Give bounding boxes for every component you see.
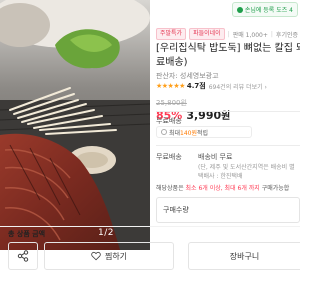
shipping-badge: 손님에 등록 도즈 4 — [231, 2, 298, 17]
image-counter: 1/2 — [98, 228, 114, 238]
limit-suffix: 구매가능합 — [259, 185, 290, 192]
points-suffix: 적립 — [197, 129, 209, 137]
points-prefix: 최대 — [169, 129, 181, 137]
tag-separator: | — [270, 30, 273, 38]
check-icon — [236, 6, 243, 13]
limit-prefix: 해당상품은 — [156, 185, 186, 192]
rating-row: ★★★★★ 4.7점 694건의 리뷰 더보기 › — [156, 81, 267, 91]
share-icon — [17, 250, 29, 262]
divider — [156, 145, 300, 146]
bottom-action-bar: 찜하기 장바구니 — [0, 240, 300, 300]
price-unit: 원 — [221, 111, 231, 122]
cart-label: 장바구니 — [229, 251, 260, 261]
delivery-fee: 배송비 무료 — [198, 153, 233, 161]
limit-range: 최소 6개 이상, 최대 6개 까지 — [185, 185, 260, 192]
wishlist-button[interactable]: 찜하기 — [44, 242, 174, 270]
seller-name[interactable]: 판산자: 성세영보광고 — [156, 71, 219, 81]
purchase-limit: 해당상품은 최소 6개 이상, 최대 6개 까지 구매가능합 — [156, 183, 289, 192]
total-price-label: 총 상품 금액 — [8, 230, 46, 238]
heart-icon — [91, 251, 101, 261]
tag-sold: 판매 1,000+ — [232, 31, 268, 39]
tag-event2: 파들이네이 — [189, 28, 225, 40]
divider — [156, 111, 300, 112]
delivery-note: (단, 제주 및 도서산간지역은 배송비 별 — [198, 164, 295, 171]
product-info-panel: 손님에 등록 도즈 4 주말특가 파들이네이 | 판매 1,000+ | 후기인… — [150, 0, 300, 250]
share-button[interactable] — [8, 242, 38, 270]
wishlist-label: 찜하기 — [104, 251, 128, 261]
product-image[interactable]: 1/2 — [0, 0, 150, 250]
points-amount: 140원 — [180, 129, 198, 137]
points-box: 최대 140원 적립 — [156, 126, 252, 138]
shipping-badge-label: 손님에 등록 도즈 4 — [244, 7, 293, 14]
product-title-line2: 료배송) — [156, 57, 188, 68]
tag-review-event: 후기인증 — [275, 31, 299, 39]
star-rating-icon: ★★★★★ — [156, 82, 185, 90]
reviews-link[interactable]: 694건의 리뷰 더보기 › — [209, 82, 267, 91]
rating-value: 4.7점 — [186, 82, 206, 90]
quantity-label: 구매수량 — [163, 206, 189, 214]
tag-row: 주말특가 파들이네이 | 판매 1,000+ | 후기인증 — [156, 28, 300, 40]
grilled-meat-photo — [0, 0, 150, 250]
delivery-courier: 택배사 : 한진택배 — [198, 173, 243, 180]
tag-separator: | — [227, 30, 230, 38]
points-label: 무료배송 — [156, 117, 182, 125]
product-title-line1: [우리집식탁 밥도둑] 뼈없는 칼집 돼지 — [156, 43, 300, 54]
coin-icon — [161, 129, 167, 135]
product-title: [우리집식탁 밥도둑] 뼈없는 칼집 돼지 료배송) — [156, 42, 300, 70]
delivery-label: 무료배송 — [156, 153, 182, 161]
add-to-cart-button[interactable]: 장바구니 — [188, 242, 300, 270]
divider — [0, 226, 300, 227]
tag-event: 주말특가 — [156, 28, 187, 40]
quantity-selector[interactable]: 구매수량 — [156, 197, 300, 223]
